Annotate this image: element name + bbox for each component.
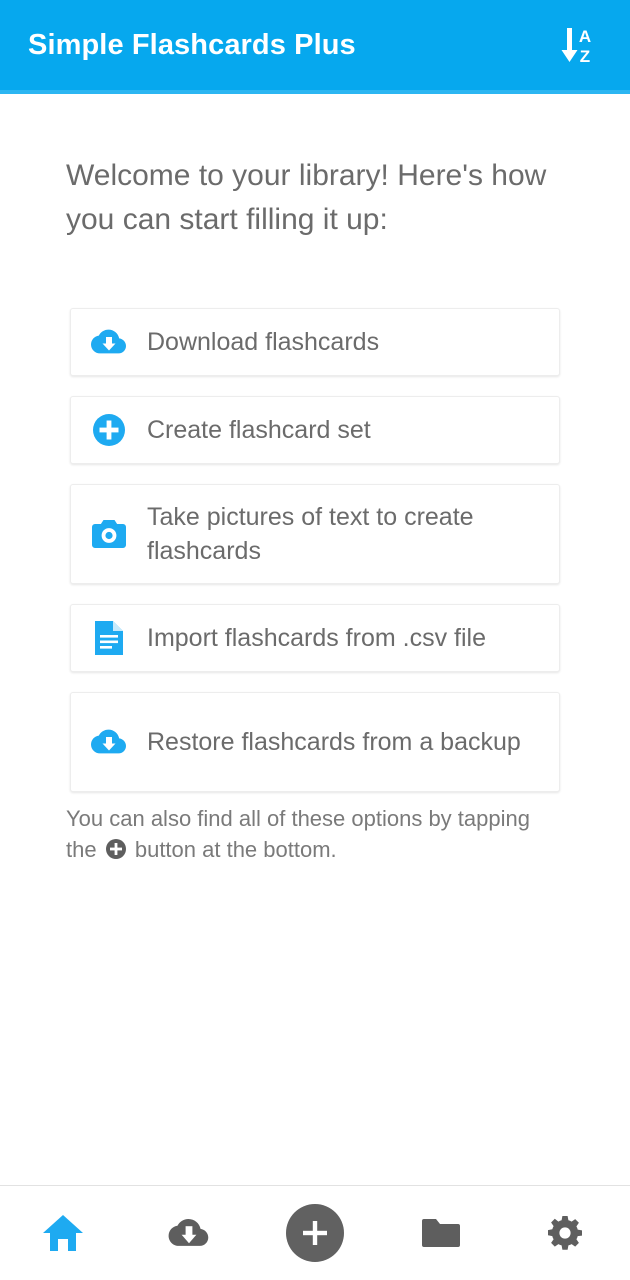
option-card-create-flashcard-set[interactable]: Create flashcard set bbox=[70, 396, 560, 464]
option-card-label: Create flashcard set bbox=[147, 416, 371, 444]
cloud-download-icon bbox=[89, 722, 129, 762]
nav-item-settings[interactable] bbox=[504, 1186, 630, 1280]
footnote-text: You can also find all of these options b… bbox=[66, 803, 546, 865]
plus-circle-icon bbox=[89, 410, 129, 450]
app-bar: Simple Flashcards Plus A Z bbox=[0, 0, 630, 90]
option-card-label: Take pictures of text to create flashcar… bbox=[147, 503, 474, 565]
footnote-text-after: button at the bottom. bbox=[134, 837, 337, 862]
nav-item-folders[interactable] bbox=[378, 1186, 504, 1280]
sort-alpha-down-icon: A Z bbox=[561, 27, 591, 66]
bottom-navigation-bar bbox=[0, 1185, 630, 1280]
option-card-label: Import flashcards from .csv file bbox=[147, 624, 486, 652]
cloud-download-icon bbox=[168, 1218, 209, 1246]
option-card-restore-backup[interactable]: Restore flashcards from a backup bbox=[70, 692, 560, 792]
camera-icon bbox=[89, 514, 129, 554]
option-card-label: Download flashcards bbox=[147, 328, 380, 356]
nav-item-downloads[interactable] bbox=[126, 1186, 252, 1280]
folder-icon bbox=[422, 1219, 460, 1247]
cloud-download-icon bbox=[89, 322, 129, 362]
option-card-label: Restore flashcards from a backup bbox=[147, 728, 521, 756]
main-content: Welcome to your library! Here's how you … bbox=[0, 94, 630, 1186]
option-card-download-flashcards[interactable]: Download flashcards bbox=[70, 308, 560, 376]
nav-item-add[interactable] bbox=[252, 1186, 378, 1280]
plus-icon bbox=[303, 1221, 327, 1245]
plus-circle-filled-icon bbox=[105, 839, 126, 859]
option-card-take-pictures[interactable]: Take pictures of text to create flashcar… bbox=[70, 484, 560, 584]
svg-text:Z: Z bbox=[580, 47, 590, 66]
nav-item-home[interactable] bbox=[0, 1186, 126, 1280]
option-card-import-csv[interactable]: Import flashcards from .csv file bbox=[70, 604, 560, 672]
app-title: Simple Flashcards Plus bbox=[28, 28, 356, 61]
sort-alpha-down-button[interactable]: A Z bbox=[552, 17, 608, 73]
welcome-heading: Welcome to your library! Here's how you … bbox=[66, 159, 547, 236]
gear-icon bbox=[548, 1216, 582, 1250]
add-fab-button[interactable] bbox=[286, 1204, 344, 1262]
file-document-icon bbox=[89, 618, 129, 658]
getting-started-option-list: Download flashcards Create flashcard set bbox=[70, 308, 560, 812]
home-icon bbox=[43, 1215, 83, 1251]
svg-text:A: A bbox=[579, 27, 591, 46]
